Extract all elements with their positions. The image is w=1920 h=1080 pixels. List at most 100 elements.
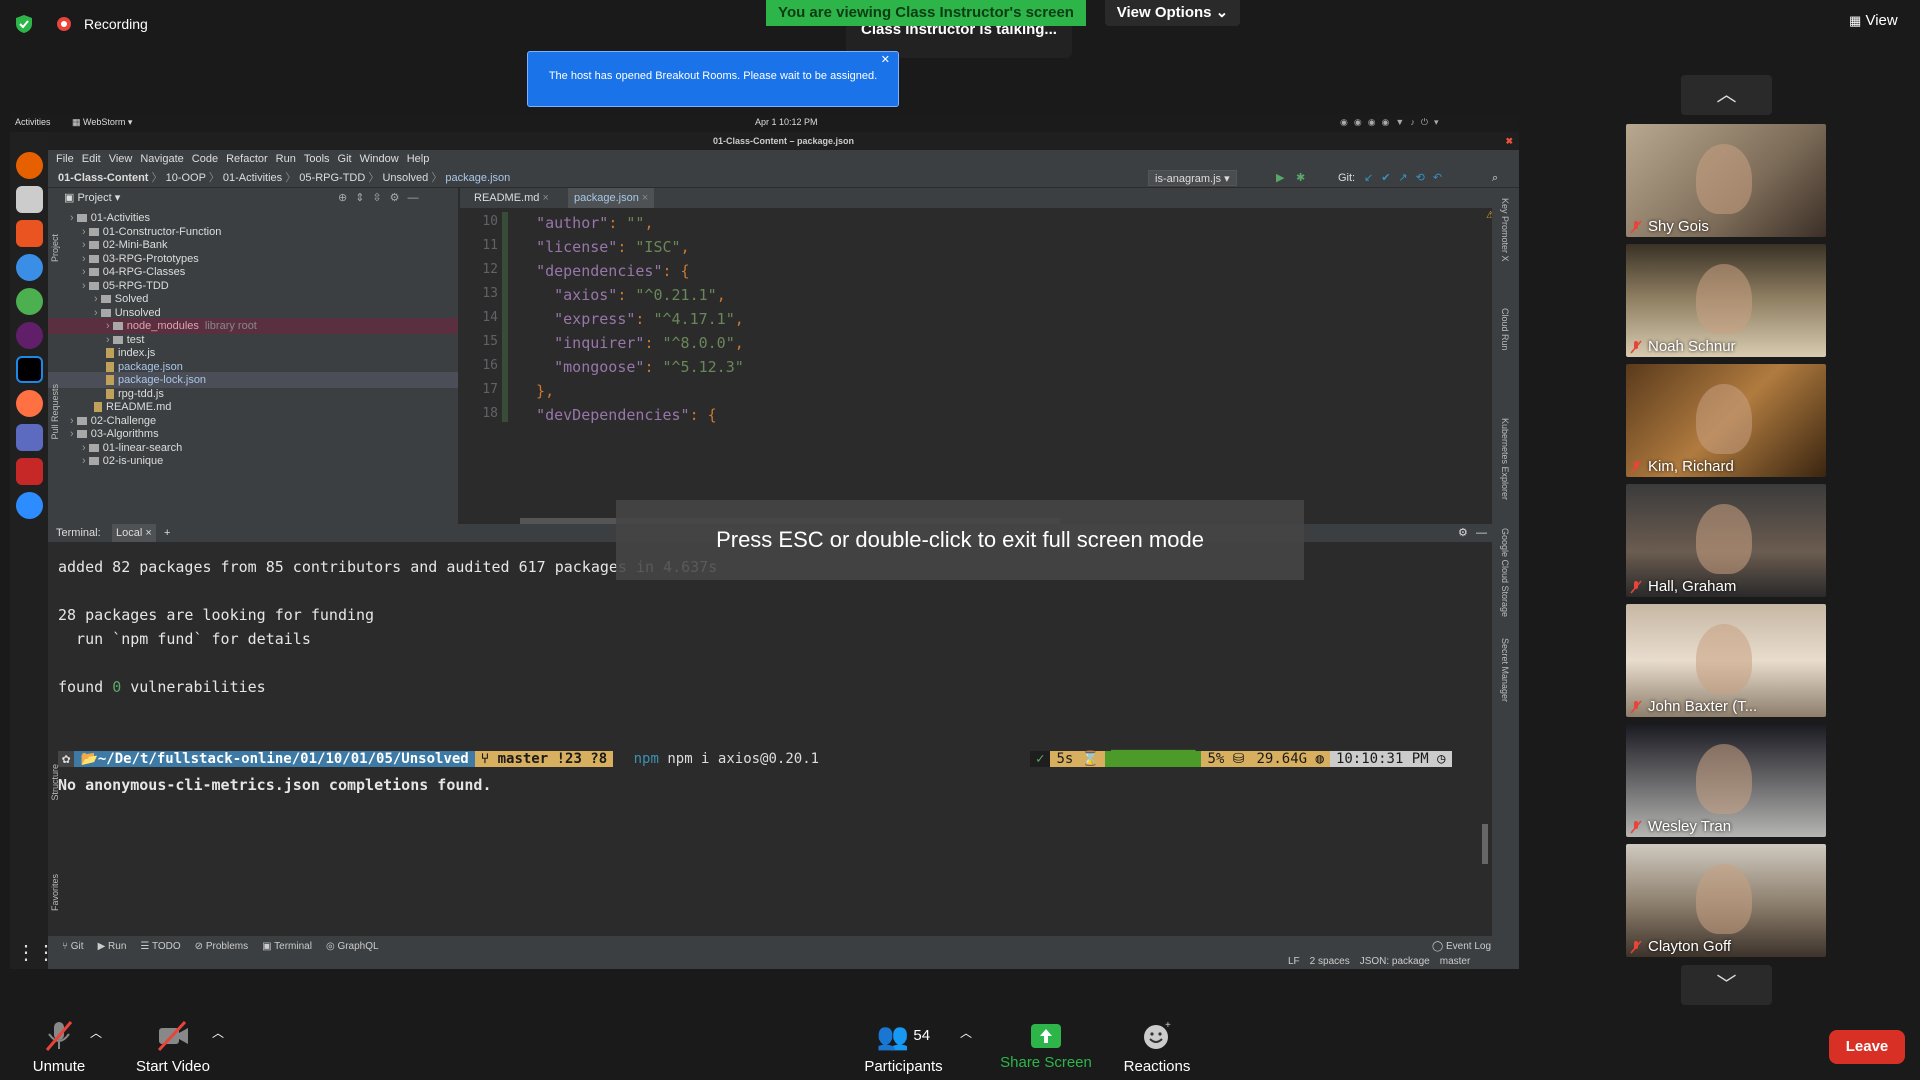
- menu-code[interactable]: Code: [192, 153, 218, 165]
- webstorm-icon[interactable]: [16, 356, 43, 383]
- participant-tile[interactable]: Noah Schnur: [1626, 244, 1826, 357]
- recording-label[interactable]: Recording: [84, 16, 148, 32]
- expand-arrow-icon[interactable]: ›: [82, 442, 89, 454]
- expand-arrow-icon[interactable]: ›: [82, 226, 89, 238]
- video-options-caret[interactable]: ︿: [212, 1024, 224, 1041]
- git-actions-icon[interactable]: ↙✔↗⟲↶: [1364, 168, 1450, 188]
- terminal-scrollbar[interactable]: [1482, 824, 1488, 864]
- tray-icons[interactable]: ◉◉◉◉▼♪⏻▾: [1340, 117, 1444, 128]
- breadcrumb-item[interactable]: 05-RPG-TDD: [299, 172, 365, 184]
- tree-item[interactable]: › 02-is-unique: [82, 453, 458, 469]
- status-item[interactable]: JSON: package: [1360, 956, 1430, 967]
- project-title[interactable]: ▣ Project ▾: [64, 188, 120, 208]
- breadcrumb-item[interactable]: 01-Class-Content: [58, 172, 148, 184]
- expand-arrow-icon[interactable]: ›: [82, 266, 89, 278]
- view-options-button[interactable]: View Options ⌄: [1105, 0, 1240, 26]
- tab-close-icon[interactable]: ×: [539, 192, 548, 204]
- menu-edit[interactable]: Edit: [82, 153, 101, 165]
- breadcrumb-item[interactable]: 10-OOP: [166, 172, 206, 184]
- left-tool-window-label[interactable]: Project: [50, 234, 60, 262]
- event-log-button[interactable]: ◯ Event Log: [1432, 941, 1491, 952]
- left-tool-window-label[interactable]: Pull Requests: [50, 384, 60, 440]
- leave-button[interactable]: Leave: [1829, 1030, 1905, 1064]
- reactions-button[interactable]: + Reactions: [1117, 1020, 1197, 1075]
- participant-tile[interactable]: Shy Gois: [1626, 124, 1826, 237]
- menu-navigate[interactable]: Navigate: [140, 153, 183, 165]
- activities-label[interactable]: Activities: [15, 117, 51, 127]
- tool-tab-graphql[interactable]: ◎ GraphQL: [326, 941, 379, 952]
- postman-icon[interactable]: [16, 390, 43, 417]
- project-toolbar-icons[interactable]: ⊕⇕⇳⚙—: [338, 188, 427, 208]
- right-tool-window-label[interactable]: Google Cloud Storage: [1500, 528, 1510, 617]
- settings-gear-icon[interactable]: ⚙: [1458, 524, 1468, 542]
- expand-arrow-icon[interactable]: ›: [70, 212, 77, 224]
- slack-icon[interactable]: [16, 322, 43, 349]
- close-icon[interactable]: ✕: [881, 36, 890, 84]
- menu-refactor[interactable]: Refactor: [226, 153, 268, 165]
- participants-button[interactable]: 👥 54 Participants: [856, 1020, 951, 1075]
- debug-icon[interactable]: ✱: [1296, 168, 1305, 188]
- menu-help[interactable]: Help: [407, 153, 430, 165]
- breadcrumb-item[interactable]: package.json: [445, 172, 510, 184]
- expand-arrow-icon[interactable]: ›: [94, 293, 101, 305]
- search-everywhere-icon[interactable]: ⌕: [1492, 168, 1498, 188]
- right-tool-window-label[interactable]: Kubernetes Explorer: [1500, 418, 1510, 500]
- menu-view[interactable]: View: [109, 153, 133, 165]
- files-icon[interactable]: [16, 186, 43, 213]
- left-tool-window-label[interactable]: Favorites: [50, 874, 60, 911]
- editor-tab[interactable]: README.md ×: [468, 188, 555, 208]
- screenshot-icon[interactable]: [16, 424, 43, 451]
- tool-tab-git[interactable]: ⑂ Git: [62, 941, 84, 952]
- expand-arrow-icon[interactable]: ›: [70, 428, 77, 440]
- right-tool-window-label[interactable]: Key Promoter X: [1500, 198, 1510, 262]
- participants-caret[interactable]: ︿: [960, 1024, 972, 1041]
- left-tool-window-label[interactable]: Structure: [50, 764, 60, 801]
- status-item[interactable]: LF: [1288, 956, 1300, 967]
- help-icon[interactable]: [16, 254, 43, 281]
- chrome-icon[interactable]: [16, 288, 43, 315]
- breadcrumb-item[interactable]: 01-Activities: [223, 172, 282, 184]
- zoom-app-icon[interactable]: [16, 492, 43, 519]
- minimize-icon[interactable]: —: [1476, 524, 1487, 542]
- tool-tab-todo[interactable]: ☰ TODO: [140, 941, 180, 952]
- share-screen-button[interactable]: Share Screen: [996, 1020, 1096, 1071]
- terminal-panel[interactable]: Terminal: Local × + ⚙ — added 82 package…: [48, 524, 1492, 936]
- expand-arrow-icon[interactable]: ›: [94, 307, 101, 319]
- expand-arrow-icon[interactable]: ›: [106, 334, 113, 346]
- code-editor[interactable]: README.md ×package.json × ⚠1 10 "author"…: [460, 188, 1501, 524]
- participant-tile[interactable]: Wesley Tran: [1626, 724, 1826, 837]
- software-icon[interactable]: [16, 220, 43, 247]
- clock[interactable]: Apr 1 10:12 PM: [755, 117, 818, 127]
- editor-tab[interactable]: package.json ×: [568, 188, 655, 208]
- status-item[interactable]: master: [1440, 956, 1471, 967]
- menu-file[interactable]: File: [56, 153, 74, 165]
- breadcrumb-item[interactable]: Unsolved: [382, 172, 428, 184]
- terminal-tab-local[interactable]: Local ×: [112, 524, 156, 542]
- participant-tile[interactable]: Clayton Goff: [1626, 844, 1826, 957]
- expand-arrow-icon[interactable]: ›: [82, 239, 89, 251]
- menu-window[interactable]: Window: [360, 153, 399, 165]
- menu-run[interactable]: Run: [276, 153, 296, 165]
- app-menu[interactable]: ▦ WebStorm ▾: [72, 117, 132, 128]
- firefox-icon[interactable]: [16, 152, 43, 179]
- add-terminal-icon[interactable]: +: [164, 524, 170, 542]
- expand-arrow-icon[interactable]: ›: [70, 415, 77, 427]
- tool-tab-run[interactable]: ▶ Run: [98, 941, 127, 952]
- expand-arrow-icon[interactable]: ›: [82, 455, 89, 467]
- menu-git[interactable]: Git: [338, 153, 352, 165]
- apps-grid-icon[interactable]: ⋮⋮⋮: [16, 940, 76, 967]
- tool-tab-terminal[interactable]: ▣ Terminal: [262, 941, 312, 952]
- run-icon[interactable]: ▶: [1276, 168, 1284, 188]
- right-tool-window-label[interactable]: Cloud Run: [1500, 308, 1510, 351]
- expand-arrow-icon[interactable]: ›: [82, 253, 89, 265]
- expand-arrow-icon[interactable]: ›: [106, 320, 113, 332]
- menu-tools[interactable]: Tools: [304, 153, 330, 165]
- participant-tile[interactable]: John Baxter (T...: [1626, 604, 1826, 717]
- audio-options-caret[interactable]: ︿: [90, 1024, 102, 1041]
- right-tool-window-label[interactable]: Secret Manager: [1500, 638, 1510, 702]
- window-close-icon[interactable]: ✖: [1505, 132, 1513, 150]
- expand-arrow-icon[interactable]: ›: [82, 280, 89, 292]
- run-config-select[interactable]: is-anagram.js ▾: [1148, 170, 1237, 186]
- tool-tab-problems[interactable]: ⊘ Problems: [195, 941, 248, 952]
- start-video-button[interactable]: Start Video: [128, 1020, 218, 1075]
